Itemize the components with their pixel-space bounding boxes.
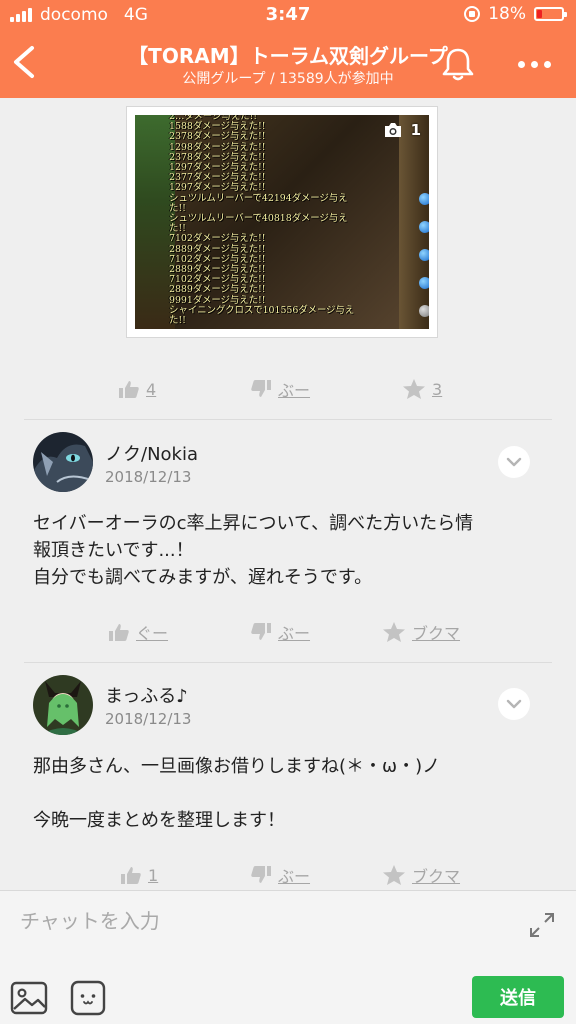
commenter-name[interactable]: ノク/Nokia: [105, 440, 198, 466]
comment-line: 那由多さん、一旦画像お借りしますね(＊・ω・)ノ: [33, 756, 441, 777]
comment-line: [33, 780, 553, 807]
avatar[interactable]: [33, 675, 93, 735]
bookmark-label: ブクマ: [412, 624, 461, 643]
comment-menu-button[interactable]: [498, 446, 530, 478]
good-button[interactable]: ぐー: [108, 614, 168, 650]
thumbs-down-icon: [251, 623, 271, 640]
bookmark-label: ブクマ: [412, 867, 461, 886]
sticker-icon[interactable]: [70, 980, 106, 1016]
comment-line: 報頂きたいです...！: [33, 540, 194, 561]
chevron-down-icon: [506, 457, 522, 467]
game-screenshot: 2…ダメージ与えた!! 1588ダメージ与えた!! 2378ダメージ与えた!! 129…: [135, 115, 429, 329]
good-label: ぐー: [136, 624, 169, 643]
thumbs-up-icon: [121, 867, 141, 884]
good-button[interactable]: 4: [118, 371, 156, 407]
comment-date: 2018/12/13: [105, 468, 192, 486]
image-picker-icon[interactable]: [10, 981, 48, 1015]
thumbs-down-icon: [251, 380, 271, 397]
status-bar: docomo 4G 3:47 18%: [0, 0, 576, 30]
comment-date: 2018/12/13: [105, 710, 192, 728]
thumbs-down-icon: [251, 866, 271, 883]
comment-actions: 1 ぶー ブクマ: [0, 857, 576, 890]
battery-percent: 18%: [488, 4, 526, 24]
chat-feed[interactable]: 2…ダメージ与えた!! 1588ダメージ与えた!! 2378ダメージ与えた!! 129…: [0, 98, 576, 890]
camera-icon: [384, 123, 401, 137]
damage-log-line: シュツルムリーバーで40818ダメージ与え: [169, 213, 348, 225]
thumbs-up-icon: [119, 381, 139, 398]
star-button[interactable]: 3: [402, 371, 442, 407]
star-icon: [383, 865, 405, 885]
back-arrow-icon[interactable]: [10, 44, 38, 80]
expand-icon[interactable]: [528, 911, 556, 939]
avatar[interactable]: [33, 432, 93, 492]
boo-button[interactable]: ぶー: [250, 857, 310, 890]
star-count: 3: [432, 379, 443, 399]
notification-bell-icon[interactable]: [438, 44, 478, 84]
comment-menu-button[interactable]: [498, 688, 530, 720]
group-subtitle: 公開グループ / 13589人が参加中: [182, 71, 394, 87]
thumbs-up-icon: [109, 624, 129, 641]
boo-label: ぶー: [278, 624, 311, 643]
damage-log-line: シャイニングクロスで101556ダメージ与え: [169, 304, 355, 316]
top-bar: docomo 4G 3:47 18% 【TORAM】トーラム双剣グループ 公開グ…: [0, 0, 576, 98]
boo-button[interactable]: ぶー: [250, 614, 310, 650]
more-options-button[interactable]: [512, 52, 556, 76]
boo-label: ぶー: [278, 867, 311, 886]
star-icon: [383, 622, 405, 642]
post-actions: 4 ぶー 3: [0, 371, 576, 407]
boo-button[interactable]: ぶー: [250, 371, 310, 407]
bookmark-button[interactable]: ブクマ: [382, 614, 460, 650]
star-icon: [403, 379, 425, 399]
damage-log-line: シュツルムリーバーで42194ダメージ与え: [169, 192, 348, 204]
comment-text: 那由多さん、一旦画像お借りしますね(＊・ω・)ノ 今晩一度まとめを整理します！: [33, 753, 553, 834]
header-nav: 【TORAM】トーラム双剣グループ 公開グループ / 13589人が参加中: [0, 30, 576, 98]
photo-count-value: 1: [410, 121, 421, 139]
comment-text: セイバーオーラのc率上昇について、調べた方いたら情 報頂きたいです...！ 自分…: [33, 510, 553, 591]
comment-line: 今晩一度まとめを整理します！: [33, 810, 285, 831]
commenter-name[interactable]: まっふる♪: [105, 682, 188, 708]
boo-label: ぶー: [278, 381, 311, 400]
damage-log: 2…ダメージ与えた!! 1588ダメージ与えた!! 2378ダメージ与えた!! 129…: [169, 115, 409, 326]
good-button[interactable]: 1: [120, 857, 158, 890]
comment-actions: ぐー ぶー ブクマ: [0, 614, 576, 650]
chat-input[interactable]: [20, 903, 500, 939]
comment-line: セイバーオーラのc率上昇について、調べた方いたら情: [33, 513, 474, 534]
photo-count: 1: [383, 121, 421, 139]
divider: [24, 419, 552, 420]
battery-icon: [534, 7, 567, 21]
good-count: 4: [146, 379, 157, 399]
divider: [24, 662, 552, 663]
damage-log-line: た!!: [169, 315, 186, 327]
send-button[interactable]: 送信: [472, 976, 564, 1018]
orientation-lock-icon: [464, 6, 481, 22]
good-count: 1: [148, 865, 159, 885]
comment-line: 自分でも調べてみますが、遅れそうです。: [33, 567, 373, 588]
post-image[interactable]: 2…ダメージ与えた!! 1588ダメージ与えた!! 2378ダメージ与えた!! 129…: [126, 106, 438, 338]
chat-composer: 送信: [0, 890, 576, 1024]
bookmark-button[interactable]: ブクマ: [382, 857, 460, 890]
chevron-down-icon: [506, 699, 522, 709]
group-title: 【TORAM】トーラム双剣グループ: [128, 44, 448, 68]
